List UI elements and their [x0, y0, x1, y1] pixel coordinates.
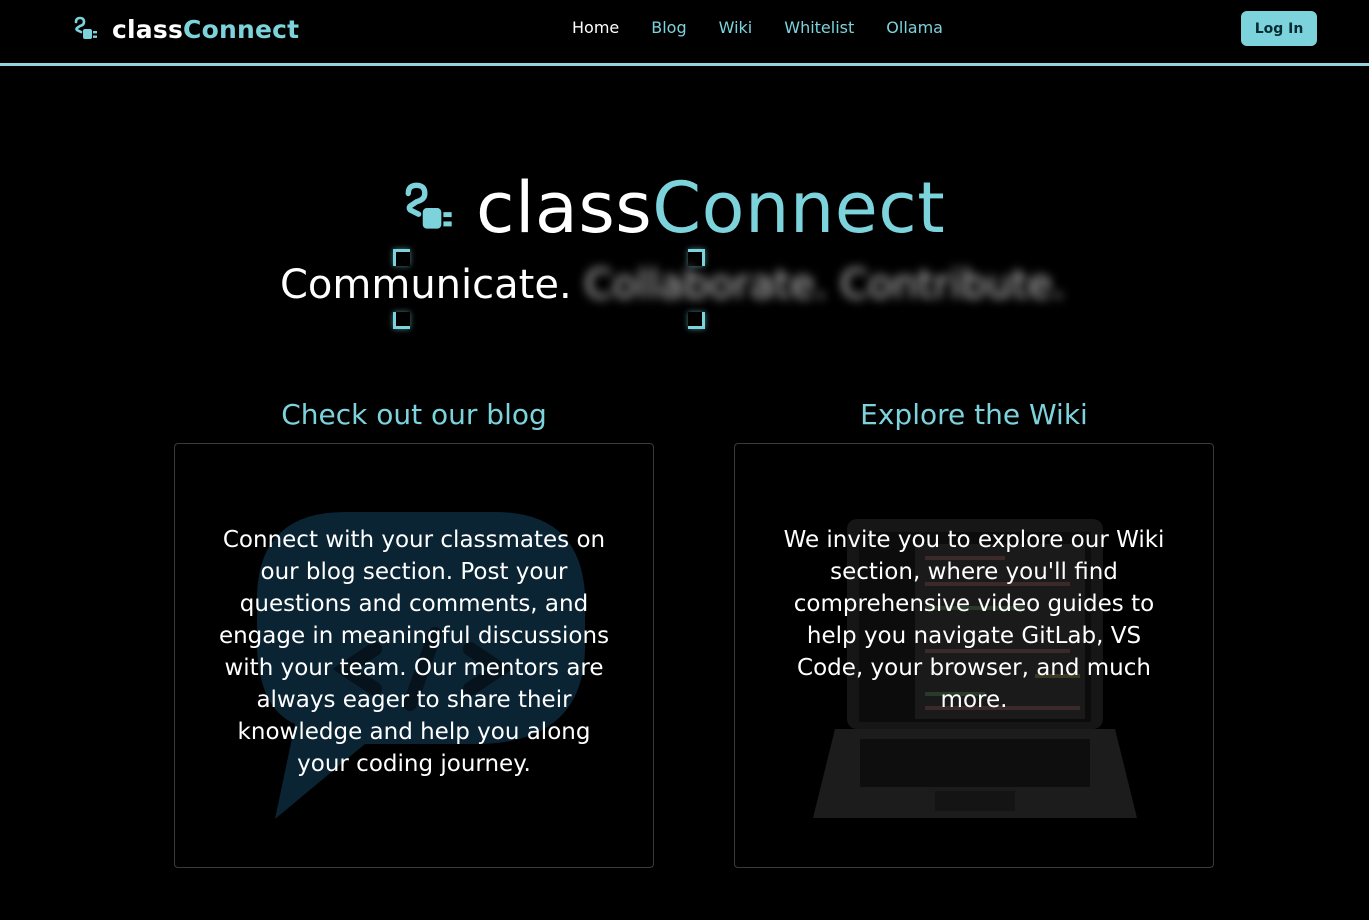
hero-brand: classConnect	[476, 168, 945, 248]
nav-brand-part1: class	[112, 14, 184, 44]
plug-icon	[405, 182, 452, 229]
plug-icon	[74, 16, 97, 39]
nav-link-wiki[interactable]: Wiki	[719, 18, 753, 37]
focus-corner-bottom-left	[393, 312, 410, 329]
nav-link-blog[interactable]: Blog	[651, 18, 686, 37]
hero-brand-part1: class	[476, 167, 653, 249]
login-button[interactable]: Log In	[1241, 11, 1317, 46]
wiki-card-text: We invite you to explore our Wiki sectio…	[783, 527, 1165, 713]
nav-logo[interactable]: classConnect	[72, 12, 299, 46]
nav-link-whitelist[interactable]: Whitelist	[784, 18, 854, 37]
wiki-section-title[interactable]: Explore the Wiki	[734, 398, 1214, 431]
focus-corner-bottom-right	[688, 312, 705, 329]
hero-brand-part2: Connect	[652, 167, 946, 249]
nav-link-ollama[interactable]: Ollama	[886, 18, 943, 37]
focus-corner-top-left	[393, 249, 410, 266]
nav-links: Home Blog Wiki Whitelist Ollama	[572, 18, 975, 37]
navbar: classConnect Home Blog Wiki Whitelist Ol…	[0, 0, 1369, 66]
nav-brand-part2: Connect	[183, 14, 300, 44]
hero-logo: classConnect	[400, 168, 945, 248]
blog-section-title[interactable]: Check out our blog	[174, 398, 654, 431]
nav-brand: classConnect	[112, 15, 299, 44]
focus-corner-top-right	[688, 249, 705, 266]
focus-frame	[393, 249, 705, 329]
nav-link-home[interactable]: Home	[572, 18, 619, 37]
blog-card[interactable]: Connect with your classmates on our blog…	[174, 443, 654, 868]
blog-card-text: Connect with your classmates on our blog…	[218, 527, 610, 777]
wiki-card[interactable]: We invite you to explore our Wiki sectio…	[734, 443, 1214, 868]
